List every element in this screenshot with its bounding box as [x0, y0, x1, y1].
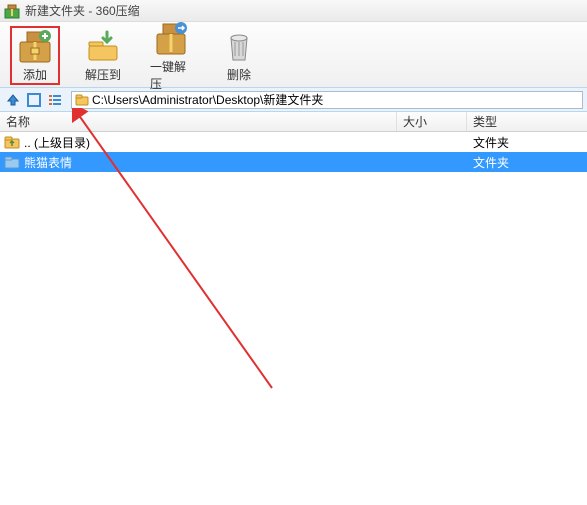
toolbar: 添加 解压到 一键解压 删除	[0, 22, 587, 88]
app-icon	[4, 3, 20, 19]
delete-button[interactable]: 删除	[214, 26, 264, 85]
file-list: .. (上级目录) 文件夹 熊猫表情 文件夹	[0, 132, 587, 172]
column-size[interactable]: 大小	[397, 112, 467, 131]
one-click-icon	[153, 20, 189, 56]
add-label: 添加	[23, 66, 47, 83]
column-name[interactable]: 名称	[0, 112, 397, 131]
folder-up-icon	[4, 134, 20, 150]
column-header: 名称 大小 类型	[0, 112, 587, 132]
view-mode-button[interactable]	[25, 91, 43, 109]
trash-icon	[221, 28, 257, 64]
add-button[interactable]: 添加	[10, 26, 60, 85]
file-name: .. (上级目录)	[24, 134, 90, 151]
file-type: 文件夹	[467, 134, 587, 151]
extract-to-label: 解压到	[85, 66, 121, 83]
file-name: 熊猫表情	[24, 154, 72, 171]
address-bar[interactable]	[71, 91, 583, 109]
nav-up-button[interactable]	[4, 91, 22, 109]
delete-label: 删除	[227, 66, 251, 83]
address-input[interactable]	[92, 93, 579, 107]
titlebar: 新建文件夹 - 360压缩	[0, 0, 587, 22]
folder-icon	[4, 154, 20, 170]
window-title: 新建文件夹 - 360压缩	[25, 2, 140, 19]
extract-to-icon	[85, 28, 121, 64]
file-row-selected[interactable]: 熊猫表情 文件夹	[0, 152, 587, 172]
one-click-extract-button[interactable]: 一键解压	[146, 18, 196, 94]
navbar	[0, 88, 587, 112]
folder-icon	[75, 93, 89, 107]
one-click-label: 一键解压	[150, 58, 192, 92]
file-row-parent[interactable]: .. (上级目录) 文件夹	[0, 132, 587, 152]
archive-add-icon	[17, 28, 53, 64]
view-list-button[interactable]	[46, 91, 64, 109]
file-type: 文件夹	[467, 154, 587, 171]
extract-to-button[interactable]: 解压到	[78, 26, 128, 85]
column-type[interactable]: 类型	[467, 112, 587, 131]
